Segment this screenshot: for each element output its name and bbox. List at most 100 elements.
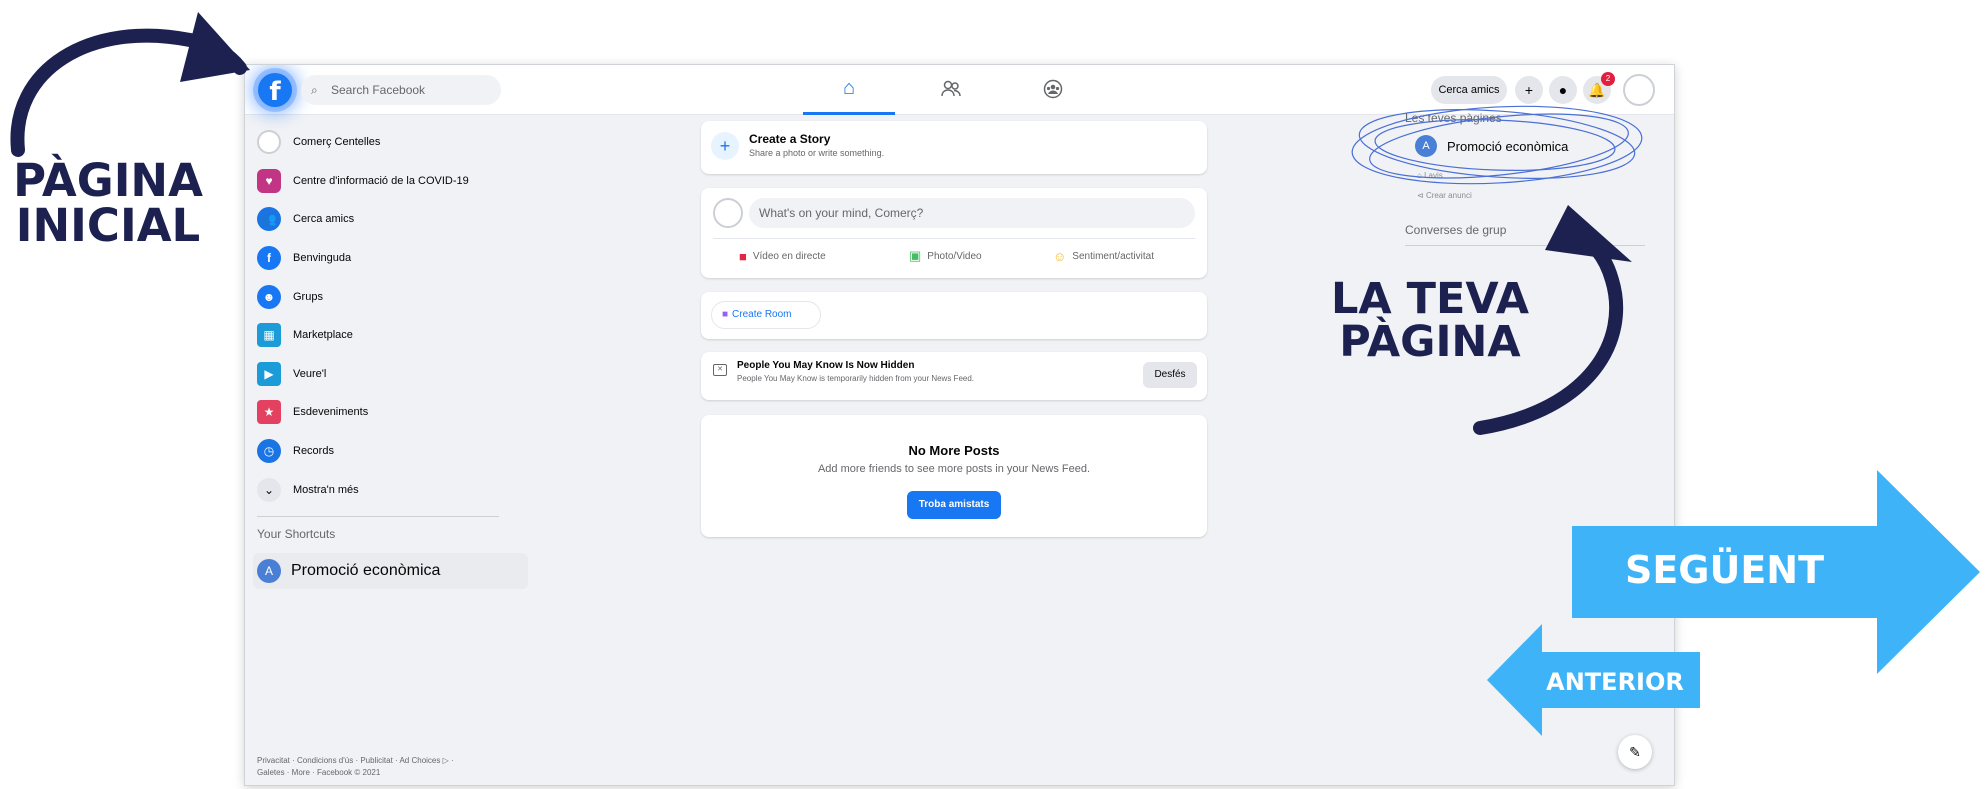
sidebar-item-label: Veure'l bbox=[293, 367, 327, 380]
annotation-line: PÀGINA bbox=[1339, 317, 1521, 367]
compose-message-button[interactable]: ✎ bbox=[1618, 735, 1652, 769]
sidebar-item-groups[interactable]: ☻ Grups bbox=[257, 277, 507, 316]
sidebar-item-profile[interactable]: Comerç Centelles bbox=[257, 123, 507, 162]
no-more-posts-title: No More Posts bbox=[908, 443, 1000, 458]
no-more-posts-subtitle: Add more friends to see more posts in yo… bbox=[817, 463, 1091, 475]
sidebar-divider bbox=[257, 516, 499, 517]
next-button[interactable]: SEGÜENT bbox=[1572, 548, 1877, 592]
right-divider bbox=[1405, 245, 1645, 246]
photo-video-label: Photo/Video bbox=[927, 250, 982, 262]
marketplace-icon: ▦ bbox=[257, 323, 281, 348]
search-placeholder: Search Facebook bbox=[331, 83, 426, 97]
plus-icon: + bbox=[1524, 82, 1534, 98]
chevron-down-icon: ⌄ bbox=[257, 477, 281, 502]
annotation-line: PÀGINA bbox=[13, 154, 203, 207]
live-video-button[interactable]: ■ Vídeo en directe bbox=[739, 246, 826, 266]
facebook-home-logo-icon[interactable]: f bbox=[258, 73, 292, 107]
avatar bbox=[713, 198, 743, 228]
shortcut-item-promocio[interactable]: A Promoció econòmica bbox=[253, 553, 528, 589]
live-video-icon: ■ bbox=[739, 248, 747, 264]
search-input[interactable]: ⌕ Search Facebook bbox=[301, 75, 501, 105]
tab-friends[interactable] bbox=[905, 65, 997, 115]
photo-icon: ▣ bbox=[909, 248, 922, 263]
tab-groups[interactable] bbox=[1007, 65, 1099, 115]
composer-input[interactable]: What's on your mind, Comerç? bbox=[749, 198, 1195, 228]
pymk-hidden-title: People You May Know Is Now Hidden bbox=[737, 360, 915, 371]
plus-icon: + bbox=[711, 132, 739, 160]
annotation-line: LA TEVA bbox=[1331, 274, 1529, 324]
sidebar-item-covid[interactable]: ♥ Centre d'informació de la COVID-19 bbox=[257, 162, 507, 201]
pymk-hidden-card: ✕ People You May Know Is Now Hidden Peop… bbox=[701, 352, 1207, 400]
sidebar-item-find-friends[interactable]: 👥 Cerca amics bbox=[257, 200, 507, 239]
pymk-hidden-subtitle: People You May Know is temporarily hidde… bbox=[737, 374, 975, 383]
sidebar-item-memories[interactable]: ◷ Records bbox=[257, 432, 507, 471]
feeling-label: Sentiment/activitat bbox=[1072, 250, 1154, 262]
sidebar-item-label: Marketplace bbox=[293, 329, 353, 342]
sidebar-item-label: Grups bbox=[293, 290, 323, 303]
sidebar-item-watch[interactable]: ▶ Veure'l bbox=[257, 355, 507, 394]
create-ad-label: Crear anunci bbox=[1425, 191, 1472, 200]
shortcut-label: Promoció econòmica bbox=[291, 562, 441, 579]
find-friends-cta-button[interactable]: Troba amistats bbox=[907, 491, 1001, 519]
create-room-label: Create Room bbox=[732, 309, 792, 320]
create-room-button[interactable]: ■ Create Room bbox=[711, 301, 821, 329]
messenger-icon: ● bbox=[1558, 82, 1568, 98]
tab-home[interactable]: ⌂ bbox=[803, 65, 895, 115]
slide: f ⌕ Search Facebook ⌂ Cerca amics + ● 🔔 … bbox=[0, 0, 1985, 789]
home-page-annotation: PÀGINA INICIAL bbox=[8, 158, 208, 248]
photo-video-button[interactable]: ▣ Photo/Video bbox=[909, 246, 982, 266]
sidebar-item-label: Cerca amics bbox=[293, 213, 355, 226]
facebook-icon: f bbox=[257, 246, 281, 271]
footer-line: Privacitat · Condicions d'ús · Publicita… bbox=[257, 756, 454, 765]
sidebar-item-label: Mostra'n més bbox=[293, 483, 359, 496]
divider bbox=[713, 238, 1195, 239]
find-friends-label: Cerca amics bbox=[1438, 84, 1500, 96]
shortcuts-title: Your Shortcuts bbox=[257, 527, 336, 541]
group-conversations-title: Converses de grup bbox=[1405, 223, 1507, 237]
friends-icon bbox=[941, 80, 961, 96]
sidebar-item-label: Records bbox=[293, 445, 334, 458]
story-title: Create a Story bbox=[749, 132, 831, 146]
friends-icon: 👥 bbox=[257, 207, 281, 232]
events-icon: ★ bbox=[257, 400, 281, 425]
sidebar-item-marketplace[interactable]: ▦ Marketplace bbox=[257, 316, 507, 355]
story-subtitle: Share a photo or write something. bbox=[749, 148, 885, 158]
your-page-annotation: LA TEVA PÀGINA bbox=[1320, 278, 1540, 364]
sidebar-item-label: Centre d'informació de la COVID-19 bbox=[293, 174, 469, 187]
previous-button[interactable]: ANTERIOR bbox=[1530, 668, 1700, 696]
hidden-icon: ✕ bbox=[713, 364, 727, 376]
sidebar-item-label: Comerç Centelles bbox=[293, 136, 381, 149]
edit-icon: ✎ bbox=[1629, 744, 1641, 760]
smiley-icon: ☺ bbox=[1053, 248, 1067, 264]
groups-icon: ☻ bbox=[257, 284, 281, 309]
rooms-card: ■ Create Room bbox=[701, 292, 1207, 339]
page-avatar: A bbox=[257, 559, 281, 583]
sidebar-item-label: Esdeveniments bbox=[293, 406, 369, 419]
no-more-posts-card: No More Posts Add more friends to see mo… bbox=[701, 415, 1207, 537]
home-icon: ⌂ bbox=[842, 77, 856, 99]
watch-icon: ▶ bbox=[257, 361, 281, 386]
feeling-activity-button[interactable]: ☺ Sentiment/activitat bbox=[1053, 246, 1154, 266]
covid-shield-icon: ♥ bbox=[257, 168, 281, 193]
sidebar-item-see-more[interactable]: ⌄ Mostra'n més bbox=[257, 470, 507, 509]
live-video-label: Vídeo en directe bbox=[752, 250, 826, 262]
video-camera-icon: ■ bbox=[722, 309, 729, 320]
sidebar-item-welcome[interactable]: f Benvinguda bbox=[257, 239, 507, 278]
facebook-window: f ⌕ Search Facebook ⌂ Cerca amics + ● 🔔 … bbox=[244, 64, 1675, 786]
profile-avatar bbox=[257, 130, 281, 155]
notification-badge: 2 bbox=[1601, 72, 1615, 86]
annotation-line: INICIAL bbox=[15, 199, 201, 252]
create-ad-link[interactable]: ⊲ Crear anunci bbox=[1417, 191, 1472, 200]
footer-line: Galetes · More · Facebook © 2021 bbox=[257, 768, 381, 777]
left-sidebar: Comerç Centelles ♥ Centre d'informació d… bbox=[257, 123, 507, 509]
sidebar-item-label: Benvinguda bbox=[293, 252, 352, 265]
sidebar-item-events[interactable]: ★ Esdeveniments bbox=[257, 393, 507, 432]
footer-links: Privacitat · Condicions d'ús · Publicita… bbox=[257, 755, 517, 779]
highlight-scribble bbox=[1351, 105, 1643, 185]
undo-button[interactable]: Desfés bbox=[1143, 362, 1197, 388]
memories-icon: ◷ bbox=[257, 439, 281, 464]
post-composer: What's on your mind, Comerç? ■ Vídeo en … bbox=[701, 188, 1207, 278]
megaphone-icon: ⊲ bbox=[1417, 191, 1426, 200]
search-icon: ⌕ bbox=[311, 83, 318, 97]
create-story-card[interactable]: + Create a Story Share a photo or write … bbox=[701, 121, 1207, 174]
